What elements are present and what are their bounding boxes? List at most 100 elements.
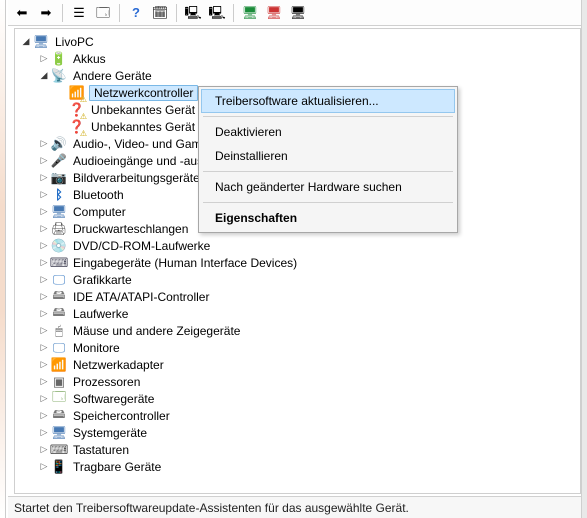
tree-item-keyboards[interactable]: ▷⌨Tastaturen xyxy=(37,441,580,458)
computer-icon: 🖥 xyxy=(33,34,49,50)
properties-button[interactable]: 🗓 xyxy=(150,3,170,23)
uninstall-button[interactable]: 🖥 xyxy=(240,3,260,23)
camera-icon: 📷 xyxy=(51,170,67,186)
forward-icon: ➡ xyxy=(41,6,52,19)
tree-item-graphics[interactable]: ▷🖵Grafikkarte xyxy=(37,271,580,288)
network-adapter-icon: 📶 xyxy=(51,357,67,373)
tree-item-label: Softwaregeräte xyxy=(71,392,156,406)
tree-item-label: Bildverarbeitungsgeräte xyxy=(71,171,202,185)
toolbar-separator xyxy=(233,4,234,22)
context-menu: Treibersoftware aktualisieren... Deaktiv… xyxy=(198,86,458,233)
status-bar: Startet den Treibersoftwareupdate-Assist… xyxy=(8,496,581,518)
expander-closed-icon[interactable]: ▷ xyxy=(37,239,51,253)
calendar-icon: 🗓 xyxy=(152,6,169,19)
tree-item-network-adapters[interactable]: ▷📶 Netzwerkadapter xyxy=(37,356,580,373)
menu-properties[interactable]: Eigenschaften xyxy=(201,206,455,230)
disable-button[interactable]: 🖥 xyxy=(264,3,284,23)
forward-button[interactable]: ➡ xyxy=(36,3,56,23)
tree-item-processors[interactable]: ▷▣Prozessoren xyxy=(37,373,580,390)
expander-closed-icon[interactable]: ▷ xyxy=(37,171,51,185)
tree-item-monitors[interactable]: ▷🖵 Monitore xyxy=(37,339,580,356)
expander-open-icon[interactable]: ◢ xyxy=(37,69,51,83)
tree-item-portable-devices[interactable]: ▷📱Tragbare Geräte xyxy=(37,458,580,475)
tree-item-label: Monitore xyxy=(71,341,122,355)
disc-icon: 💿 xyxy=(51,238,67,254)
tree-item-label: Eingabegeräte (Human Interface Devices) xyxy=(71,256,299,270)
computer-icon: 🖥 xyxy=(51,204,67,220)
network-controller-warning-icon: 📶 xyxy=(69,85,85,101)
menu-uninstall[interactable]: Deinstallieren xyxy=(201,144,455,168)
tree-item-label: Akkus xyxy=(71,52,108,66)
expander-closed-icon[interactable]: ▷ xyxy=(37,307,51,321)
view-button[interactable]: 🗔 xyxy=(93,3,113,23)
tree-item-label: Speichercontroller xyxy=(71,409,172,423)
audio-icon: 🎤 xyxy=(51,153,67,169)
tree-item-label: Netzwerkadapter xyxy=(71,358,166,372)
expander-closed-icon[interactable]: ▷ xyxy=(37,460,51,474)
tree-item-storage-controllers[interactable]: ▷🖴 Speichercontroller xyxy=(37,407,580,424)
expander-closed-icon[interactable]: ▷ xyxy=(37,426,51,440)
expander-closed-icon[interactable]: ▷ xyxy=(37,52,51,66)
tree-item-label: Laufwerke xyxy=(71,307,130,321)
monitor-icon: 🖵 xyxy=(51,340,67,356)
tree-item-label: IDE ATA/ATAPI-Controller xyxy=(71,290,211,304)
expander-closed-icon[interactable]: ▷ xyxy=(37,324,51,338)
tree-item-mice[interactable]: ▷🖱Mäuse und andere Zeigegeräte xyxy=(37,322,580,339)
scan-button[interactable]: 🖳 xyxy=(183,3,203,23)
tree-item-label: DVD/CD-ROM-Laufwerke xyxy=(71,239,212,253)
tree-item-label: Unbekanntes Gerät xyxy=(89,120,197,134)
back-button[interactable]: ⬅ xyxy=(12,3,32,23)
tree-item-akkus[interactable]: ▷ 🔋 Akkus xyxy=(37,50,580,67)
expander-closed-icon[interactable]: ▷ xyxy=(37,290,51,304)
tree-item-label: Grafikkarte xyxy=(71,273,134,287)
expander-closed-icon[interactable]: ▷ xyxy=(37,375,51,389)
expander-closed-icon[interactable]: ▷ xyxy=(37,392,51,406)
expander-closed-icon[interactable]: ▷ xyxy=(37,188,51,202)
menu-update-driver[interactable]: Treibersoftware aktualisieren... xyxy=(201,89,455,113)
expander-open-icon[interactable]: ◢ xyxy=(19,35,33,49)
menu-separator xyxy=(203,116,453,117)
storage-controller-icon: 🖴 xyxy=(51,408,67,424)
expander-closed-icon[interactable]: ▷ xyxy=(37,409,51,423)
help-button[interactable]: ? xyxy=(126,3,146,23)
menu-separator xyxy=(203,202,453,203)
uninstall-icon: 🖥 xyxy=(242,6,259,19)
expander-closed-icon[interactable]: ▷ xyxy=(37,273,51,287)
tree-item-ide[interactable]: ▷🖴IDE ATA/ATAPI-Controller xyxy=(37,288,580,305)
tree-item-label: Unbekanntes Gerät xyxy=(89,103,197,117)
expander-closed-icon[interactable]: ▷ xyxy=(37,205,51,219)
show-hidden-button[interactable]: ☰ xyxy=(69,3,89,23)
keyboard-icon: ⌨ xyxy=(51,442,67,458)
back-icon: ⬅ xyxy=(17,6,28,19)
tree-item-label: Computer xyxy=(71,205,128,219)
system-icon: 🖥 xyxy=(51,425,67,441)
enable-button[interactable]: 🖥 xyxy=(288,3,308,23)
menu-scan-hardware[interactable]: Nach geänderter Hardware suchen xyxy=(201,175,455,199)
tree-item-drives[interactable]: ▷🖴Laufwerke xyxy=(37,305,580,322)
update-icon: 🖳 xyxy=(208,6,225,19)
expander-closed-icon[interactable]: ▷ xyxy=(37,358,51,372)
expander-closed-icon[interactable]: ▷ xyxy=(37,137,51,151)
mouse-icon: 🖱 xyxy=(51,323,67,339)
update-driver-button[interactable]: 🖳 xyxy=(207,3,227,23)
tree-item-label: Druckwarteschlangen xyxy=(71,222,190,236)
sound-icon: 🔊 xyxy=(51,136,67,152)
tree-item-hid[interactable]: ▷⌨Eingabegeräte (Human Interface Devices… xyxy=(37,254,580,271)
tree-item-label: Tragbare Geräte xyxy=(71,460,163,474)
tree-item-label: Bluetooth xyxy=(71,188,126,202)
tree-item-label: Tastaturen xyxy=(71,443,131,457)
status-text: Startet den Treibersoftwareupdate-Assist… xyxy=(14,501,409,515)
menu-disable[interactable]: Deaktivieren xyxy=(201,120,455,144)
expander-closed-icon[interactable]: ▷ xyxy=(37,341,51,355)
tree-item-label: Systemgeräte xyxy=(71,426,149,440)
tree-item-system-devices[interactable]: ▷🖥 Systemgeräte xyxy=(37,424,580,441)
tree-item-dvd[interactable]: ▷💿 DVD/CD-ROM-Laufwerke xyxy=(37,237,580,254)
bluetooth-icon: ᛒ xyxy=(51,187,67,203)
menu-item-label: Treibersoftware aktualisieren... xyxy=(215,94,379,108)
expander-closed-icon[interactable]: ▷ xyxy=(37,222,51,236)
expander-closed-icon[interactable]: ▷ xyxy=(37,154,51,168)
unknown-device-warning-icon: ❓ xyxy=(69,119,85,135)
list-icon: ☰ xyxy=(73,6,85,19)
tree-item-software-devices[interactable]: ▷🗔Softwaregeräte xyxy=(37,390,580,407)
toolbar-separator xyxy=(119,4,120,22)
